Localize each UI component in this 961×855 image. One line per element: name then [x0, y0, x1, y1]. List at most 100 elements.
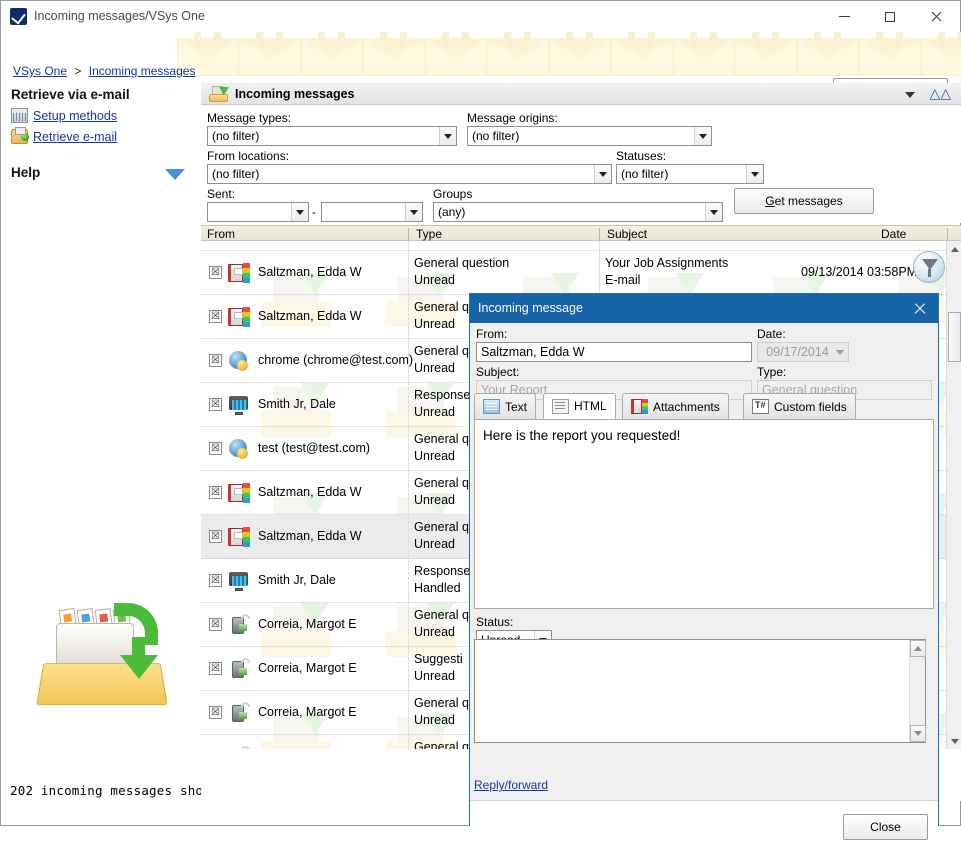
- back-button[interactable]: Back: [833, 78, 948, 83]
- get-messages-accel: G: [765, 194, 774, 208]
- phone-icon: [228, 658, 250, 680]
- tab-custom-fields[interactable]: Custom fields: [743, 393, 856, 419]
- scroll-up-button[interactable]: [947, 241, 961, 257]
- message-types-select[interactable]: (no filter): [207, 126, 457, 146]
- row-type: General q: [414, 740, 469, 749]
- row-from: Saltzman, Edda W: [258, 529, 362, 543]
- chevron-down-icon: [439, 127, 456, 145]
- row-type: Suggesti: [414, 652, 463, 666]
- tab-attachments[interactable]: Attachments: [622, 393, 729, 419]
- title-bar: Incoming messages/VSys One: [1, 1, 960, 32]
- monitor-icon: [228, 394, 250, 416]
- row-from: Smith Jr, Dale: [258, 397, 336, 411]
- row-checkbox[interactable]: ☒: [209, 486, 222, 499]
- sent-range-dash: -: [312, 205, 316, 219]
- column-header-subject[interactable]: Subject: [607, 227, 647, 241]
- inbox-arrow-icon: [209, 86, 228, 102]
- row-type: General q: [414, 300, 469, 314]
- comments-scrollbar[interactable]: [909, 640, 925, 742]
- groups-select[interactable]: (any): [433, 202, 723, 222]
- row-from: chrome (chrome@test.com): [258, 353, 413, 367]
- row-from: Saltzman, Edda W: [258, 485, 362, 499]
- column-header-from[interactable]: From: [207, 227, 235, 241]
- scroll-down-button[interactable]: [947, 733, 961, 749]
- scroll-up-button[interactable]: [910, 640, 926, 657]
- dialog-close-button[interactable]: [900, 294, 938, 323]
- row-type: General q: [414, 476, 469, 490]
- dialog-title: Incoming message: [478, 301, 583, 315]
- row-checkbox[interactable]: ☒: [209, 574, 222, 587]
- monitor-icon: [228, 570, 250, 592]
- message-types-value: (no filter): [212, 129, 439, 143]
- row-type: General q: [414, 432, 469, 446]
- breadcrumb-separator: >: [70, 64, 85, 78]
- close-button[interactable]: Close: [843, 814, 928, 840]
- breadcrumb-root[interactable]: VSys One: [13, 64, 67, 78]
- incoming-message-dialog: Incoming message From: Saltzman, Edda W …: [469, 293, 939, 826]
- from-value: Saltzman, Edda W: [481, 345, 585, 359]
- message-body-panel[interactable]: Here is the report you requested!: [474, 419, 934, 609]
- minimize-button[interactable]: [821, 1, 867, 32]
- message-origins-select[interactable]: (no filter): [467, 126, 712, 146]
- row-from: Correia, Margot E: [258, 617, 357, 631]
- sidebar-item-setup-methods[interactable]: Setup methods: [11, 108, 117, 123]
- tab-label: Attachments: [653, 400, 720, 414]
- breadcrumb-current[interactable]: Incoming messages: [89, 64, 196, 78]
- collapse-panel-icon[interactable]: △△: [929, 85, 951, 102]
- sidebar: Retrieve via e-mail Setup methods Retrie…: [2, 83, 201, 801]
- table-row[interactable]: ☒HandledE-mail: [201, 241, 946, 251]
- from-field[interactable]: Saltzman, Edda W: [476, 342, 752, 362]
- sidebar-item-retrieve-email[interactable]: Retrieve e-mail: [11, 129, 117, 144]
- chevron-down-icon[interactable]: [165, 169, 185, 180]
- row-checkbox[interactable]: ☒: [209, 662, 222, 675]
- row-subject: Your Job Assignments: [605, 256, 728, 270]
- chevron-down-icon[interactable]: [905, 92, 915, 98]
- inbox-illustration: [30, 603, 176, 709]
- comments-textarea[interactable]: [474, 639, 926, 743]
- row-checkbox[interactable]: ☒: [209, 442, 222, 455]
- scrollbar-thumb[interactable]: [948, 312, 961, 362]
- date-field[interactable]: 09/17/2014: [757, 342, 849, 362]
- row-type: General q: [414, 696, 469, 710]
- table-row[interactable]: ☒Saltzman, Edda WGeneral questionUnreadY…: [201, 251, 946, 295]
- disk-attachment-icon: [631, 399, 648, 414]
- statuses-select[interactable]: (no filter): [616, 164, 764, 184]
- scroll-down-button[interactable]: [910, 725, 926, 742]
- get-messages-button[interactable]: Get messages: [734, 188, 874, 214]
- row-checkbox[interactable]: ☒: [209, 354, 222, 367]
- row-status: Unread: [414, 361, 455, 375]
- window-title: Incoming messages/VSys One: [34, 9, 205, 23]
- row-from: Saltzman, Edda W: [258, 265, 362, 279]
- row-checkbox[interactable]: ☒: [209, 310, 222, 323]
- from-locations-label: From locations:: [207, 149, 289, 163]
- column-header-type[interactable]: Type: [416, 227, 442, 241]
- grid-icon: [11, 108, 28, 123]
- row-status: Unread: [414, 273, 455, 287]
- reply-forward-link[interactable]: Reply/forward: [474, 778, 548, 792]
- column-header-date[interactable]: Date: [881, 227, 906, 241]
- chevron-down-icon: [705, 203, 722, 221]
- list-scrollbar[interactable]: [946, 241, 961, 749]
- close-icon: [930, 11, 942, 23]
- window-close-button[interactable]: [913, 1, 959, 32]
- row-checkbox[interactable]: ☒: [209, 530, 222, 543]
- get-messages-label: et messages: [775, 194, 843, 208]
- row-checkbox[interactable]: ☒: [209, 266, 222, 279]
- subject-label: Subject:: [476, 365, 519, 379]
- groups-label: Groups: [433, 187, 472, 201]
- maximize-button[interactable]: [867, 1, 913, 32]
- row-checkbox[interactable]: ☒: [209, 706, 222, 719]
- tab-html[interactable]: HTML: [543, 393, 616, 419]
- from-locations-select[interactable]: (no filter): [207, 164, 612, 184]
- sent-to-date-input[interactable]: [321, 202, 423, 222]
- sidebar-item-label: Retrieve e-mail: [33, 130, 117, 144]
- disk-icon: [228, 526, 250, 548]
- row-checkbox[interactable]: ☒: [209, 618, 222, 631]
- envelope-watermark: [859, 32, 921, 78]
- close-icon: [913, 302, 926, 315]
- row-checkbox[interactable]: ☒: [209, 398, 222, 411]
- sent-label: Sent:: [207, 187, 235, 201]
- funnel-icon[interactable]: [913, 251, 945, 283]
- sent-from-date-input[interactable]: [207, 202, 309, 222]
- tab-text[interactable]: Text: [474, 393, 536, 419]
